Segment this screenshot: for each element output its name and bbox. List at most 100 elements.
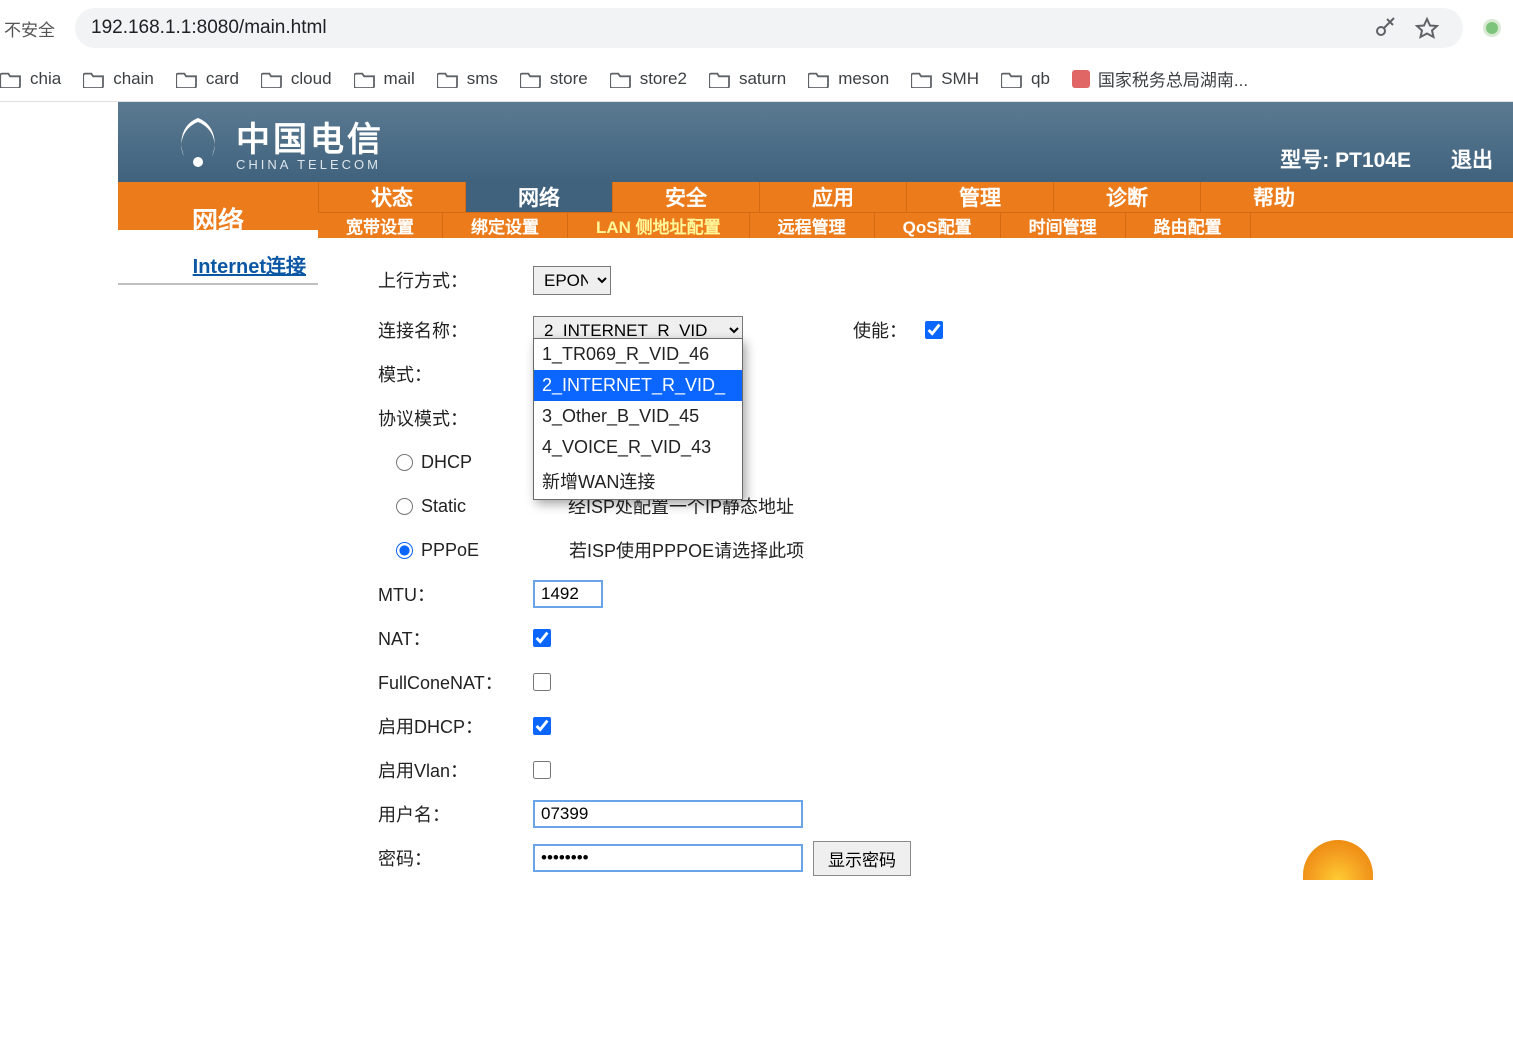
username-input[interactable] [533,800,803,828]
bookmark-tax[interactable]: 国家税务总局湖南... [1072,66,1248,91]
folder-icon [808,70,830,88]
folder-icon [1001,70,1023,88]
bookmark-qb[interactable]: qb [1001,69,1050,89]
nav-label: 帮助 [1253,182,1295,212]
enable-vlan-checkbox[interactable] [533,761,551,779]
bookmark-label: saturn [739,69,786,89]
bookmark-cloud[interactable]: cloud [261,69,332,89]
bookmark-label: chia [30,69,61,89]
row-connection: 连接名称： 2_INTERNET_R_VID_ 使能： 1_TR069_R_VI… [378,308,1513,352]
mtu-input[interactable] [533,580,603,608]
enable-checkbox[interactable] [925,321,943,339]
address-bar-row: 不安全 192.168.1.1:8080/main.html [0,0,1513,56]
nat-label: NAT： [378,625,533,651]
folder-icon [83,70,105,88]
nav-tabs: 状态 网络 安全 应用 管理 诊断 帮助 宽带设置 绑定设置 LAN 侧地址配置… [318,182,1513,230]
bookmark-mail[interactable]: mail [354,69,415,89]
brand-name-cn: 中国电信 [236,112,384,161]
radio-static[interactable] [396,498,413,515]
security-label: 不安全 [0,16,55,41]
bookmark-meson[interactable]: meson [808,69,889,89]
row-fullcone: FullConeNAT： [378,660,1513,704]
enable-vlan-label: 启用Vlan： [378,757,533,783]
folder-icon [610,70,632,88]
url-text: 192.168.1.1:8080/main.html [91,17,327,39]
row-nat: NAT： [378,616,1513,660]
logout-link[interactable]: 退出 [1451,144,1493,174]
folder-icon [176,70,198,88]
bookmark-label: chain [113,69,154,89]
router-nav: 网络 状态 网络 安全 应用 管理 诊断 帮助 宽带设置 绑定设置 LAN 侧地… [118,182,1513,230]
bookmark-label: meson [838,69,889,89]
dropdown-option-new-wan[interactable]: 新增WAN连接 [534,463,742,499]
bookmark-card[interactable]: card [176,69,239,89]
form-area: 上行方式： EPON 连接名称： 2_INTERNET_R_VID_ 使能： [318,230,1513,880]
folder-icon [709,70,731,88]
dropdown-option[interactable]: 1_TR069_R_VID_46 [534,339,742,370]
conn-label: 连接名称： [378,317,533,343]
router-page: 中国电信 CHINA TELECOM 型号: PT104E 退出 网络 状态 网… [0,102,1513,880]
address-bar-icons [1371,14,1447,42]
dropdown-option-selected[interactable]: 2_INTERNET_R_VID_ [534,370,742,401]
mode-label: 模式： [378,361,533,387]
router-body: Internet连接 上行方式： EPON 连接名称： 2_INTERNET_R… [118,230,1513,880]
bookmark-star-icon[interactable] [1413,14,1441,42]
nav-tab-security[interactable]: 安全 [612,182,759,212]
radio-pppoe-label: PPPoE [421,540,479,561]
dropdown-option[interactable]: 3_Other_B_VID_45 [534,401,742,432]
row-enable-vlan: 启用Vlan： [378,748,1513,792]
bookmark-label: SMH [941,69,979,89]
model-label: 型号: PT104E [1280,144,1411,174]
bookmark-chain[interactable]: chain [83,69,154,89]
show-password-button[interactable]: 显示密码 [813,841,911,876]
folder-icon [520,70,542,88]
nav-label: 管理 [959,182,1001,212]
bookmark-label: qb [1031,69,1050,89]
nav-tab-help[interactable]: 帮助 [1200,182,1347,212]
uplink-label: 上行方式： [378,267,533,293]
nav-tab-status[interactable]: 状态 [318,182,465,212]
folder-icon [0,70,22,88]
pppoe-desc: 若ISP使用PPPOE请选择此项 [569,537,804,563]
fullcone-checkbox[interactable] [533,673,551,691]
telecom-logo-icon [168,112,228,172]
bookmark-smh[interactable]: SMH [911,69,979,89]
radio-static-label: Static [421,496,466,517]
dropdown-option[interactable]: 4_VOICE_R_VID_43 [534,432,742,463]
bookmark-saturn[interactable]: saturn [709,69,786,89]
bookmark-label: cloud [291,69,332,89]
row-username: 用户名： [378,792,1513,836]
nav-label: 诊断 [1106,182,1148,212]
nav-tab-network[interactable]: 网络 [465,182,612,212]
enable-label: 使能： [853,317,907,343]
nav-tab-application[interactable]: 应用 [759,182,906,212]
bookmark-store[interactable]: store [520,69,588,89]
folder-icon [437,70,459,88]
bookmark-label: card [206,69,239,89]
uplink-select[interactable]: EPON [533,266,611,295]
radio-dhcp-label: DHCP [421,452,472,473]
radio-pppoe[interactable] [396,542,413,559]
row-mtu: MTU： [378,572,1513,616]
nat-checkbox[interactable] [533,629,551,647]
key-icon[interactable] [1371,14,1399,42]
nav-tab-diagnosis[interactable]: 诊断 [1053,182,1200,212]
bookmark-chia[interactable]: chia [0,69,61,89]
side-link-internet[interactable]: Internet连接 [118,242,318,285]
bookmark-sms[interactable]: sms [437,69,498,89]
radio-dhcp[interactable] [396,454,413,471]
side-column: Internet连接 [118,230,318,880]
nav-tab-management[interactable]: 管理 [906,182,1053,212]
bookmark-store2[interactable]: store2 [610,69,687,89]
bookmarks-bar: chia chain card cloud mail sms store st [0,56,1513,102]
enable-dhcp-checkbox[interactable] [533,717,551,735]
row-enable-dhcp: 启用DHCP： [378,704,1513,748]
profile-avatar[interactable] [1483,19,1501,37]
address-bar[interactable]: 192.168.1.1:8080/main.html [75,8,1463,48]
brand-name-en: CHINA TELECOM [236,157,384,172]
bookmark-label: store2 [640,69,687,89]
connection-dropdown-list[interactable]: 1_TR069_R_VID_46 2_INTERNET_R_VID_ 3_Oth… [533,338,743,500]
password-input[interactable] [533,844,803,872]
nav-label: 安全 [665,182,707,212]
router-header: 中国电信 CHINA TELECOM 型号: PT104E 退出 [118,102,1513,182]
